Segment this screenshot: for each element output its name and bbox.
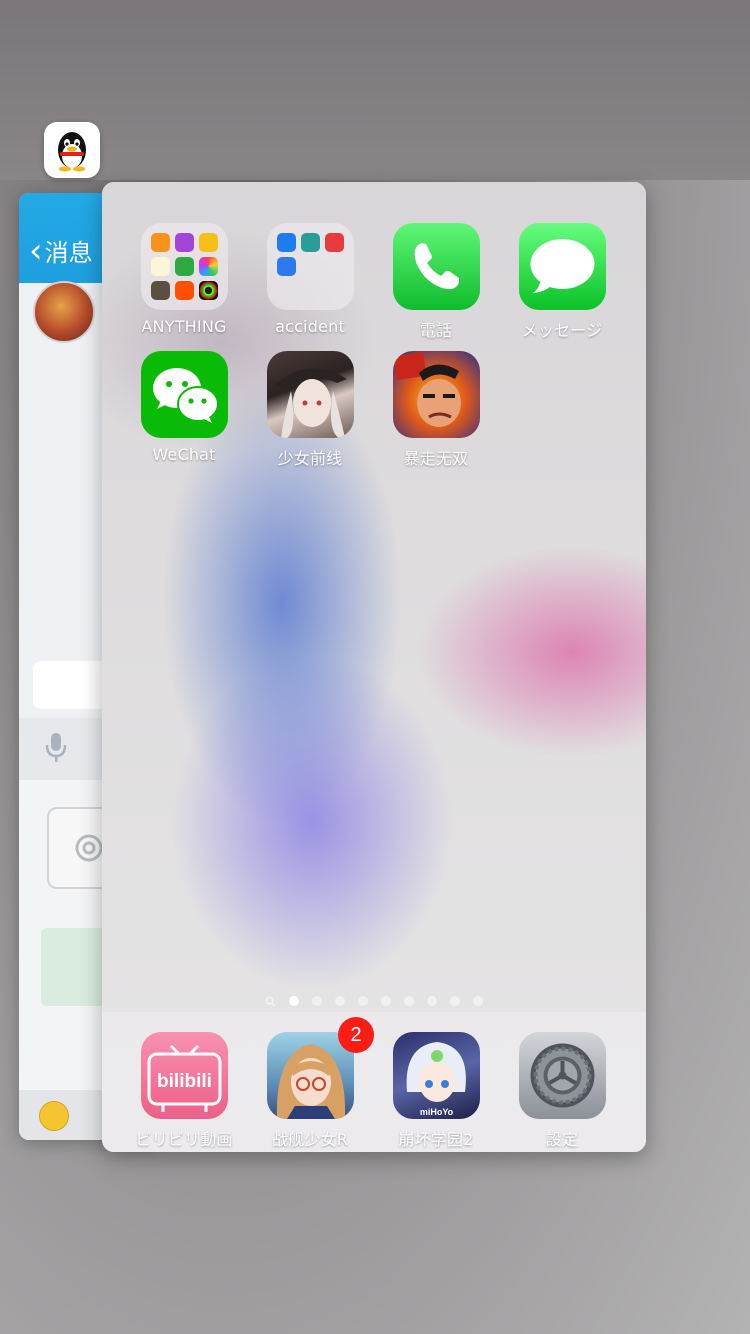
folder-icon: [140, 223, 228, 310]
chevron-left-icon: ‹: [29, 230, 43, 271]
app-messages[interactable]: メッセージ: [502, 223, 622, 341]
page-dot: [312, 996, 322, 1006]
phone-icon: [392, 223, 480, 310]
app-phone[interactable]: 電話: [376, 223, 496, 341]
page-dot: [450, 996, 460, 1006]
app-honkai-gakuen-2[interactable]: miHoYo 崩坏学园2: [376, 1032, 496, 1150]
app-label: 電話: [419, 321, 453, 340]
folder-anything[interactable]: ANYTHING: [124, 223, 244, 336]
microphone-icon[interactable]: [45, 731, 67, 765]
page-dot: [381, 996, 391, 1006]
girls-frontline-icon: [266, 351, 354, 438]
settings-icon: [518, 1032, 606, 1119]
app-label: 設定: [545, 1130, 579, 1149]
svg-text:bilibili: bilibili: [157, 1071, 212, 1092]
back-button[interactable]: ‹ 消息: [29, 233, 93, 268]
search-icon: [265, 995, 276, 1007]
app-label: 崩坏学园2: [398, 1130, 474, 1149]
app-bilibili[interactable]: bilibili ビリビリ動画: [124, 1032, 244, 1150]
qq-penguin-icon: [58, 132, 86, 172]
honkai-gakuen-2-icon: miHoYo: [392, 1032, 480, 1119]
folder-accident[interactable]: accident: [250, 223, 370, 336]
app-label: 战舰少女R: [271, 1130, 349, 1149]
app-warship-girls[interactable]: 2 战舰少女R: [250, 1017, 374, 1150]
app-wechat[interactable]: WeChat: [124, 351, 244, 464]
qq-app-icon[interactable]: [44, 122, 100, 178]
bilibili-icon: bilibili: [140, 1032, 228, 1119]
svg-text:miHoYo: miHoYo: [419, 1107, 453, 1117]
folder-icon: [266, 223, 354, 310]
smile-emoji-icon[interactable]: [39, 1101, 69, 1131]
app-label: WeChat: [152, 445, 216, 464]
page-dot: [427, 996, 437, 1006]
app-settings[interactable]: 設定: [502, 1032, 622, 1150]
messages-icon: [518, 223, 606, 310]
page-dot: [404, 996, 414, 1006]
app-label: 暴走无双: [403, 449, 469, 468]
app-label: 少女前线: [277, 449, 343, 468]
baozou-wushuang-icon: [392, 351, 480, 438]
app-switcher-background: [0, 0, 750, 180]
wechat-icon: [140, 351, 228, 438]
page-dot: [358, 996, 368, 1006]
avatar[interactable]: [33, 281, 95, 343]
page-dot: [289, 996, 299, 1006]
app-label: ANYTHING: [141, 317, 227, 336]
app-label: ビリビリ動画: [135, 1130, 233, 1149]
app-label: メッセージ: [521, 321, 603, 340]
home-screen-card[interactable]: ANYTHING accident 電話 メッセージ WeChat 少女前线 暴…: [102, 182, 646, 1152]
notification-badge: 2: [338, 1017, 374, 1053]
app-label: accident: [275, 317, 345, 336]
app-girls-frontline[interactable]: 少女前线: [250, 351, 370, 469]
page-dot: [335, 996, 345, 1006]
page-indicator[interactable]: [102, 994, 646, 1008]
back-label: 消息: [44, 239, 93, 267]
page-dot: [473, 996, 483, 1006]
app-baozou-wushuang[interactable]: 暴走无双: [376, 351, 496, 469]
